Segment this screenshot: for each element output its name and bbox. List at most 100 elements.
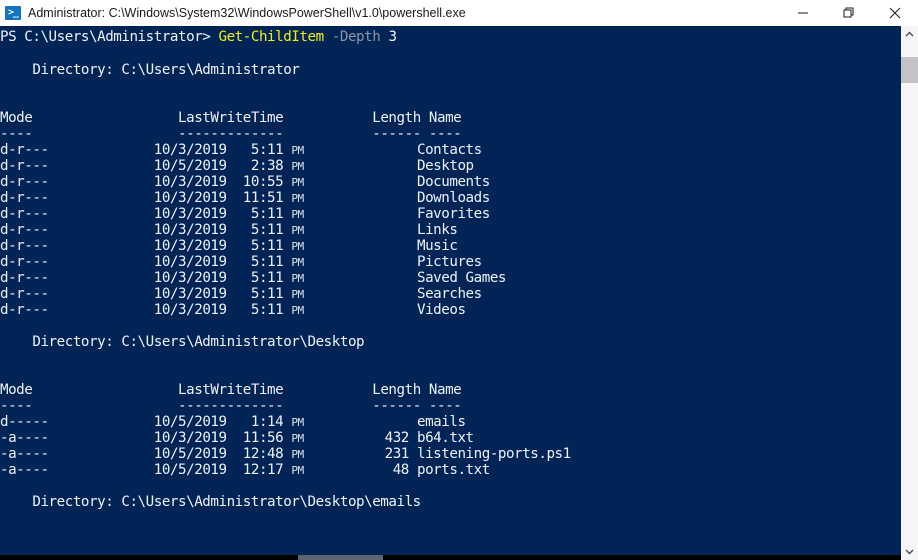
vertical-scrollbar-thumb[interactable] bbox=[901, 57, 918, 83]
header-name: Name bbox=[428, 110, 462, 126]
close-button[interactable] bbox=[872, 0, 918, 26]
minimize-button[interactable] bbox=[780, 0, 826, 26]
cell-length bbox=[304, 222, 409, 238]
cell-time: 12:48 bbox=[242, 446, 284, 462]
command-parameter: -Depth bbox=[331, 29, 381, 45]
cell-mode: d----- bbox=[0, 414, 49, 430]
directory-label: Directory: bbox=[0, 62, 122, 78]
prompt-line[interactable]: PS C:\Users\Administrator> Get-ChildItem… bbox=[0, 26, 571, 46]
cell-date: 10/3/2019 bbox=[153, 270, 227, 286]
header-name: Name bbox=[428, 382, 462, 398]
console-output-area[interactable]: PS C:\Users\Administrator> Get-ChildItem… bbox=[0, 26, 901, 560]
cell-time: 5:11 bbox=[242, 238, 284, 254]
command-argument: 3 bbox=[388, 29, 397, 45]
cell-name: b64.txt bbox=[417, 430, 474, 446]
cell-meridiem: PM bbox=[291, 272, 304, 285]
cell-name: Downloads bbox=[417, 190, 490, 206]
rule-mode: ---- bbox=[0, 126, 49, 142]
restore-button[interactable] bbox=[826, 0, 872, 26]
table-row: d-r--- 10/3/2019 5:11 PM Searches bbox=[0, 286, 571, 302]
cell-time: 5:11 bbox=[242, 270, 284, 286]
cell-mode: d-r--- bbox=[0, 270, 49, 286]
cell-time: 11:56 bbox=[242, 430, 284, 446]
table-row: d-r--- 10/3/2019 5:11 PM Links bbox=[0, 222, 571, 238]
cell-mode: d-r--- bbox=[0, 302, 49, 318]
horizontal-scrollbar[interactable] bbox=[0, 555, 901, 560]
cell-length: 231 bbox=[303, 446, 410, 462]
cell-length bbox=[304, 190, 409, 206]
table-row: d----- 10/5/2019 1:14 PM emails bbox=[0, 414, 571, 430]
cell-mode: d-r--- bbox=[0, 142, 49, 158]
cell-time: 5:11 bbox=[242, 302, 284, 318]
cell-time: 5:11 bbox=[242, 222, 284, 238]
scroll-up-arrow-icon[interactable] bbox=[901, 26, 918, 43]
cell-meridiem: PM bbox=[291, 304, 304, 317]
powershell-icon: >_ bbox=[4, 4, 22, 22]
cell-name: Videos bbox=[417, 302, 466, 318]
column-header-row: Mode LastWriteTime Length Name bbox=[0, 110, 571, 126]
close-icon bbox=[889, 7, 901, 19]
column-header-row: Mode LastWriteTime Length Name bbox=[0, 382, 571, 398]
window-controls bbox=[780, 0, 918, 26]
cell-mode: d-r--- bbox=[0, 222, 49, 238]
cell-length bbox=[304, 286, 409, 302]
cell-date: 10/5/2019 bbox=[153, 158, 227, 174]
table-row: -a---- 10/5/2019 12:48 PM 231 listening-… bbox=[0, 446, 571, 462]
cell-meridiem: PM bbox=[291, 256, 304, 269]
rule-lastwritetime: ------------- bbox=[178, 398, 284, 414]
cell-time: 11:51 bbox=[242, 190, 284, 206]
directory-header: Directory: C:\Users\Administrator\Deskto… bbox=[0, 334, 571, 350]
directory-path: C:\Users\Administrator\Desktop bbox=[121, 334, 365, 350]
scrollbar-corner bbox=[901, 555, 918, 560]
cell-date: 10/5/2019 bbox=[153, 446, 227, 462]
powershell-window: >_ Administrator: C:\Windows\System32\Wi… bbox=[0, 0, 918, 560]
rule-lastwritetime: ------------- bbox=[178, 126, 284, 142]
cell-meridiem: PM bbox=[291, 416, 304, 429]
cell-length bbox=[304, 270, 409, 286]
cell-name: Favorites bbox=[417, 206, 490, 222]
header-length: Length bbox=[372, 110, 421, 126]
table-row: d-r--- 10/3/2019 11:51 PM Downloads bbox=[0, 190, 571, 206]
directory-path: C:\Users\Administrator bbox=[121, 62, 300, 78]
cell-mode: -a---- bbox=[0, 446, 49, 462]
directory-label: Directory: bbox=[0, 334, 122, 350]
cell-date: 10/3/2019 bbox=[153, 190, 227, 206]
cell-mode: d-r--- bbox=[0, 254, 49, 270]
header-mode: Mode bbox=[0, 110, 49, 126]
cell-meridiem: PM bbox=[291, 192, 304, 205]
rule-length: ------ bbox=[372, 126, 421, 142]
column-header-rule-row: ---- ------------- ------ ---- bbox=[0, 126, 571, 142]
cell-name: Music bbox=[417, 238, 458, 254]
vertical-scrollbar[interactable] bbox=[901, 26, 918, 560]
cell-time: 10:55 bbox=[242, 174, 284, 190]
title-bar: >_ Administrator: C:\Windows\System32\Wi… bbox=[0, 0, 918, 26]
horizontal-scrollbar-thumb[interactable] bbox=[298, 555, 383, 560]
